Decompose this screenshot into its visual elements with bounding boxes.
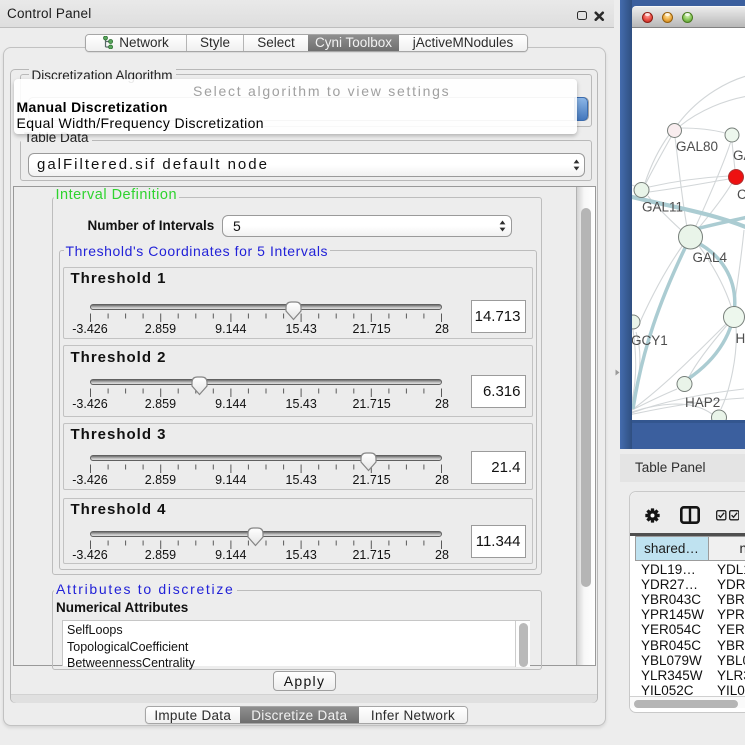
- svg-text:C: C: [737, 187, 745, 202]
- svg-text:GA: GA: [733, 148, 745, 163]
- svg-text:GCY1: GCY1: [632, 333, 668, 348]
- svg-text:H: H: [736, 331, 745, 346]
- svg-text:HAP2: HAP2: [685, 395, 720, 410]
- svg-text:GAL4: GAL4: [693, 250, 728, 265]
- svg-text:GAL11: GAL11: [642, 200, 683, 215]
- svg-text:GAL80: GAL80: [676, 139, 718, 154]
